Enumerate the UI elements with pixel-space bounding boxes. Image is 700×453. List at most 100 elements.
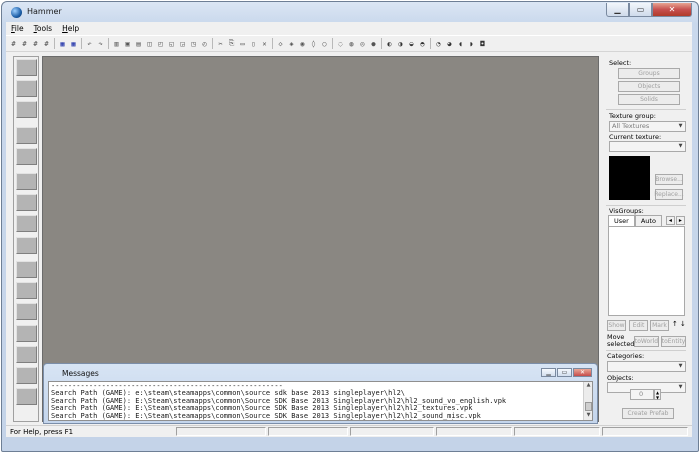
move-down-icon[interactable]: ↓	[680, 320, 686, 328]
status-pane	[602, 427, 688, 436]
object-bar: Select: Groups Objects Solids Texture gr…	[602, 56, 689, 422]
scroll-up-icon[interactable]: ▲	[584, 382, 592, 390]
tool-button[interactable]	[16, 173, 37, 190]
copy-icon[interactable]: ⎘	[227, 39, 236, 48]
object-spin-field[interactable]: 0	[630, 389, 654, 400]
vertex-icon[interactable]: ◈	[287, 39, 296, 48]
tool-button[interactable]	[16, 346, 37, 363]
compile-icon[interactable]: ◔	[434, 39, 443, 48]
tool-button[interactable]	[16, 101, 37, 118]
toolbar-separator	[81, 38, 82, 49]
tool-button[interactable]	[16, 282, 37, 299]
title-bar: Hammer ▁ ▭ ✕	[2, 2, 698, 22]
grid-bigger-icon[interactable]: #	[31, 39, 40, 48]
tool-button[interactable]	[16, 325, 37, 342]
size-icon[interactable]: ◎	[358, 39, 367, 48]
browse-button[interactable]: Browse...	[655, 174, 683, 185]
messages-close-button[interactable]: ✕	[573, 368, 592, 377]
tool-button[interactable]	[16, 80, 37, 97]
cut-icon[interactable]: ✂	[216, 39, 225, 48]
show-button[interactable]: Show	[607, 320, 626, 331]
tab-auto[interactable]: Auto	[634, 215, 662, 226]
undo-icon[interactable]: ↶	[85, 39, 94, 48]
tool-button[interactable]	[16, 261, 37, 278]
close-button[interactable]: ✕	[652, 3, 692, 17]
messages-scrollbar[interactable]: ▲ ▼	[583, 382, 592, 420]
menu-file[interactable]: File	[6, 22, 29, 35]
save-window-state-icon[interactable]: ▦	[69, 39, 78, 48]
model-icon[interactable]: ◕	[445, 39, 454, 48]
scroll-thumb[interactable]	[585, 402, 592, 411]
grid-small-icon[interactable]: #	[20, 39, 29, 48]
scroll-down-icon[interactable]: ▼	[584, 412, 592, 420]
toggle-3d-grid-icon[interactable]: ◱	[167, 39, 176, 48]
transform-icon[interactable]: ◍	[347, 39, 356, 48]
paste-special-icon[interactable]: ▯	[249, 39, 258, 48]
clip-icon[interactable]: ◇	[276, 39, 285, 48]
hollow-icon[interactable]: ●	[369, 39, 378, 48]
redo-icon[interactable]: ↷	[96, 39, 105, 48]
current-texture-select[interactable]: ▼	[609, 141, 686, 152]
tool-button[interactable]	[16, 367, 37, 384]
flip-icon[interactable]: ◊	[309, 39, 318, 48]
messages-minimize-button[interactable]: ▁	[541, 368, 556, 377]
solids-button[interactable]: Solids	[618, 94, 680, 105]
edit-button[interactable]: Edit	[629, 320, 648, 331]
world-icon[interactable]: ◖	[456, 39, 465, 48]
show-info-icon[interactable]: ◓	[418, 39, 427, 48]
categories-select[interactable]: ▼	[607, 361, 686, 372]
messages-maximize-button[interactable]: ▭	[557, 368, 572, 377]
objects-button[interactable]: Objects	[618, 81, 680, 92]
decal-icon[interactable]: ◉	[298, 39, 307, 48]
group-icon[interactable]: ▣	[123, 39, 132, 48]
carve-icon[interactable]: ▥	[112, 39, 121, 48]
move-up-icon[interactable]: ↑	[672, 320, 678, 328]
texture-icon[interactable]: ◘	[478, 39, 487, 48]
tab-user[interactable]: User	[608, 215, 635, 226]
create-prefab-button[interactable]: Create Prefab	[622, 408, 674, 419]
delete-icon[interactable]: ✕	[260, 39, 269, 48]
menu-tools[interactable]: Tools	[29, 22, 57, 35]
grid-icon[interactable]: #	[9, 39, 18, 48]
tab-scroll-right-icon[interactable]: ▸	[675, 216, 685, 225]
close-icon: ✕	[579, 369, 586, 376]
tool-button[interactable]	[16, 148, 37, 165]
groups-button[interactable]: Groups	[618, 68, 680, 79]
tab-scroll-left-icon[interactable]: ◂	[665, 216, 675, 225]
quick-hide-unselected-icon[interactable]: ◴	[200, 39, 209, 48]
tool-button[interactable]	[16, 237, 37, 254]
visgroups-list[interactable]	[608, 226, 685, 316]
tool-button[interactable]	[16, 59, 37, 76]
align-icon[interactable]: ○	[320, 39, 329, 48]
grid-smaller-icon[interactable]: #	[42, 39, 51, 48]
to-world-button[interactable]: toWorld	[634, 336, 659, 347]
check-map-icon[interactable]: ◒	[407, 39, 416, 48]
snap-to-grid-icon[interactable]: ◲	[178, 39, 187, 48]
quick-hide-icon[interactable]: ◳	[189, 39, 198, 48]
entity-report-icon[interactable]: ◑	[396, 39, 405, 48]
mark-button[interactable]: Mark	[650, 320, 669, 331]
menu-help[interactable]: Help	[57, 22, 84, 35]
texture-lock-icon[interactable]: ◰	[156, 39, 165, 48]
texture-group-select[interactable]: All Textures ▼	[609, 121, 686, 132]
scale-icon[interactable]: ◌	[336, 39, 345, 48]
maximize-button[interactable]: ▭	[629, 3, 652, 17]
tool-button[interactable]	[16, 215, 37, 232]
to-entity-button[interactable]: toEntity	[661, 336, 686, 347]
minimize-button[interactable]: ▁	[606, 3, 629, 17]
tool-button[interactable]	[16, 127, 37, 144]
paste-icon[interactable]: ▭	[238, 39, 247, 48]
spin-arrows-icon[interactable]: ▲ ▼	[654, 389, 661, 400]
ungroup-icon[interactable]: ▤	[134, 39, 143, 48]
tool-button[interactable]	[16, 194, 37, 211]
tool-button[interactable]	[16, 303, 37, 320]
hide-icon[interactable]: ◫	[145, 39, 154, 48]
replace-button[interactable]: Replace...	[654, 189, 684, 200]
messages-log[interactable]: ----------------------------------------…	[48, 381, 593, 421]
cordon-icon[interactable]: ◗	[467, 39, 476, 48]
load-window-state-icon[interactable]: ▦	[58, 39, 67, 48]
menu-file-label: ile	[14, 24, 24, 33]
tool-button[interactable]	[16, 388, 37, 405]
texture-group-label: Texture group:	[609, 112, 656, 120]
run-map-icon[interactable]: ◐	[385, 39, 394, 48]
